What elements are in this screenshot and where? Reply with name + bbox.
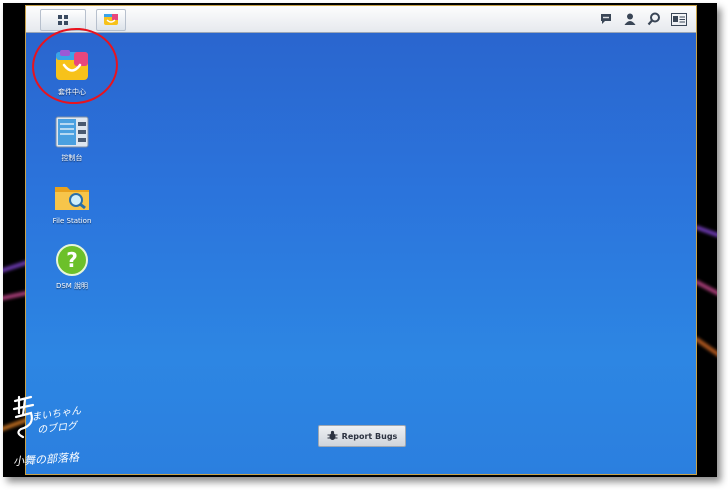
widgets-icon[interactable]: [670, 11, 688, 27]
desktop-icon-dsm-help[interactable]: ? DSM 說明: [32, 242, 112, 291]
wallpaper-streak: [693, 279, 717, 311]
desktop-icon-file-station[interactable]: File Station: [32, 178, 112, 225]
help-icon: ?: [54, 242, 90, 278]
control-panel-icon: [54, 114, 90, 150]
user-icon[interactable]: [622, 11, 638, 27]
bug-icon: [327, 430, 338, 443]
watermark-line-3: 小舞の部落格: [12, 450, 80, 469]
desktop-icon-label: File Station: [52, 217, 92, 225]
blog-watermark: まいちゃん のブログ 小舞の部落格: [11, 393, 131, 473]
taskbar-package-center-button[interactable]: [96, 9, 126, 31]
screenshot-frame: 套件中心 控制台 File Station ? DSM 說明 Report Bu…: [3, 3, 717, 477]
taskbar: [26, 6, 696, 33]
report-bugs-label: Report Bugs: [341, 431, 398, 441]
package-center-icon: [103, 11, 119, 30]
chat-icon[interactable]: [598, 11, 614, 27]
wallpaper-streak: [694, 224, 717, 250]
folder-icon: [54, 178, 90, 214]
search-icon[interactable]: [646, 11, 662, 27]
svg-text:?: ?: [66, 248, 78, 272]
desktop-icon-control-panel[interactable]: 控制台: [32, 114, 112, 163]
desktop-icon-label: 控制台: [61, 154, 83, 162]
desktop-icon-label: DSM 說明: [55, 282, 89, 290]
report-bugs-button[interactable]: Report Bugs: [318, 425, 406, 447]
watermark-line-2: のブログ: [36, 420, 78, 437]
grid-menu-icon: [57, 11, 69, 30]
